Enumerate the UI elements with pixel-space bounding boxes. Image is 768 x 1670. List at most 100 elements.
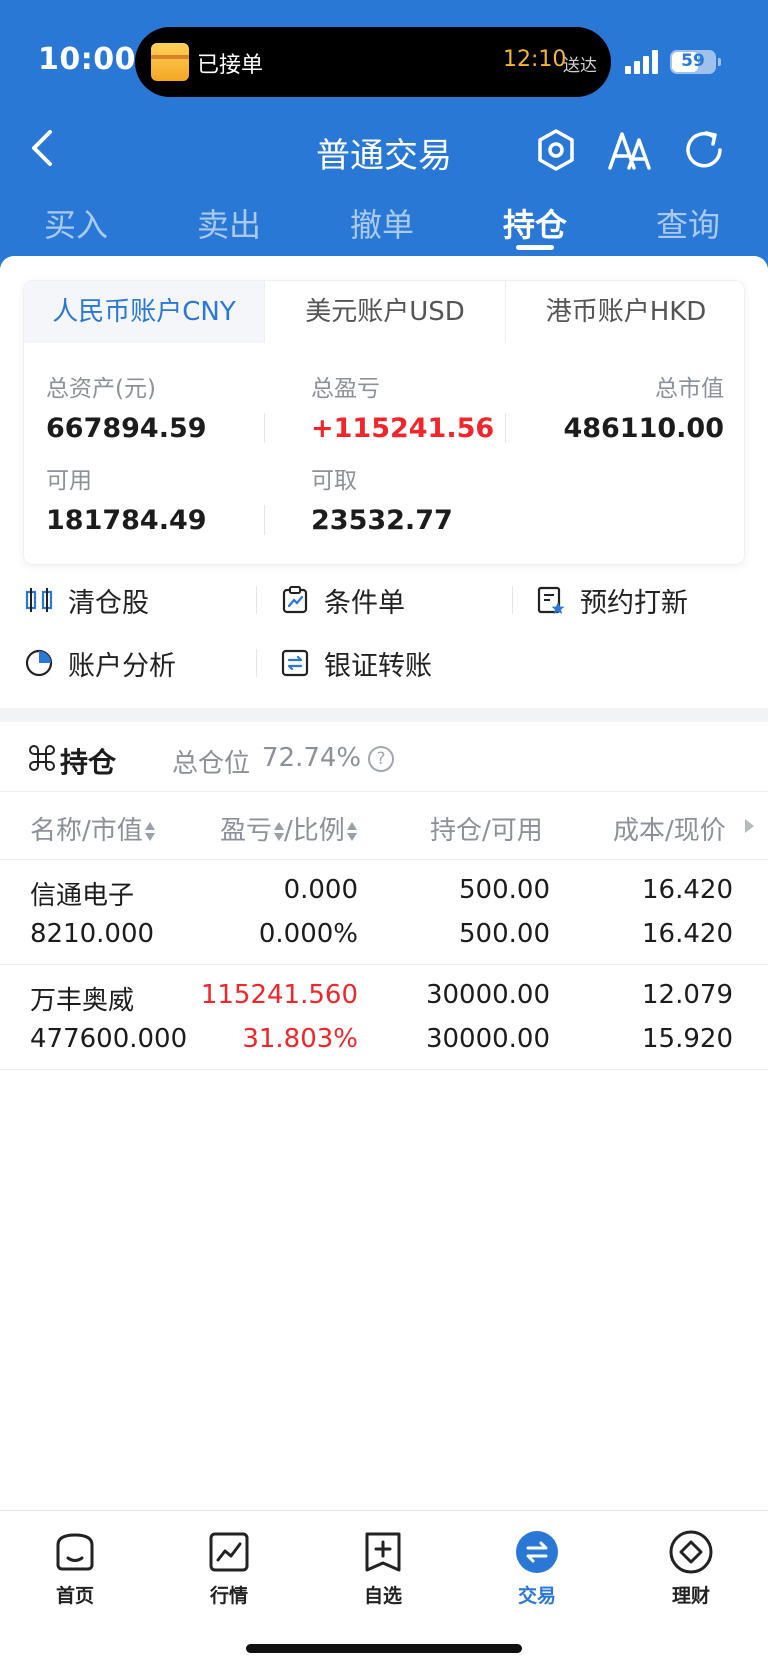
tab-query[interactable]: 查询 (628, 200, 748, 246)
battery-level: 59 (681, 51, 705, 71)
col-name-value-label: 名称/市值 (30, 816, 143, 846)
tab-cny-account[interactable]: 人民币账户CNY (24, 281, 264, 343)
divider (256, 586, 257, 614)
refresh-icon[interactable] (680, 126, 728, 174)
pie-chart-icon (25, 649, 53, 677)
delivery-box-icon (151, 43, 189, 81)
font-size-icon[interactable] (605, 126, 653, 174)
account-analysis-label: 账户分析 (68, 650, 176, 682)
clear-position-button[interactable]: 清仓股 (24, 575, 149, 625)
stock-price: 16.420 (642, 919, 733, 949)
home-icon (56, 1533, 94, 1571)
table-row[interactable]: 万丰奥威 477600.000 115241.560 31.803% 30000… (0, 966, 768, 1070)
market-chart-icon (209, 1532, 249, 1572)
divider (512, 586, 513, 614)
trade-exchange-icon (516, 1531, 558, 1573)
divider (264, 505, 265, 535)
stock-market-value: 8210.000 (30, 919, 155, 949)
stock-price: 15.920 (642, 1024, 733, 1054)
sort-icon (346, 821, 357, 843)
island-sub: 送达 (563, 56, 597, 76)
total-position-value: 72.74% (262, 743, 362, 773)
col-position-available: 持仓/可用 (430, 816, 543, 846)
stock-name: 万丰奥威 (30, 986, 135, 1016)
holdings-title: 持仓 (60, 746, 117, 779)
stock-position: 500.00 (459, 875, 550, 905)
bank-transfer-button[interactable]: 银证转账 (280, 638, 432, 688)
stock-pnl-ratio: 0.000% (258, 919, 358, 949)
total-assets-label: 总资产(元) (46, 376, 156, 402)
stock-market-value: 477600.000 (30, 1024, 188, 1054)
signal-icon (625, 50, 661, 74)
command-grid-icon (29, 745, 55, 771)
col-cost-price: 成本/现价 (613, 816, 726, 846)
total-position-label: 总仓位 (172, 749, 251, 779)
stock-name: 信通电子 (30, 881, 135, 911)
total-pnl-label: 总盈亏 (311, 376, 380, 402)
help-icon[interactable]: ? (368, 746, 394, 772)
hexagon-settings-icon[interactable] (532, 126, 580, 174)
section-gap (0, 708, 768, 722)
nav-wealth[interactable]: 理财 (636, 1529, 746, 1608)
nav-home-label: 首页 (55, 1585, 94, 1607)
bank-transfer-label: 银证转账 (324, 650, 432, 682)
divider (505, 413, 506, 443)
tab-hkd-account[interactable]: 港币账户HKD (505, 281, 744, 343)
tab-active-indicator (516, 245, 554, 250)
withdrawable-label: 可取 (311, 468, 357, 494)
nav-home[interactable]: 首页 (20, 1529, 130, 1608)
stock-position: 30000.00 (425, 980, 550, 1010)
nav-market-label: 行情 (209, 1585, 248, 1607)
tab-holdings[interactable]: 持仓 (475, 200, 595, 246)
quick-actions: 清仓股 条件单 预约打新 账户分析 银证转账 (0, 575, 768, 705)
tab-usd-account[interactable]: 美元账户USD (264, 281, 505, 343)
col-pnl-ratio[interactable]: 盈亏/比例 (220, 810, 357, 847)
market-value-label: 总市值 (655, 376, 724, 402)
holdings-column-header: 名称/市值 盈亏/比例 持仓/可用 成本/现价 (0, 792, 768, 860)
stock-available: 30000.00 (425, 1024, 550, 1054)
clear-position-icon (25, 588, 53, 612)
divider (256, 649, 257, 677)
col-name-value[interactable]: 名称/市值 (30, 810, 155, 847)
table-row[interactable]: 信通电子 8210.000 0.000 0.000% 500.00 500.00… (0, 861, 768, 965)
ipo-subscribe-label: 预约打新 (580, 587, 688, 619)
conditional-order-icon (282, 586, 308, 614)
col-ratio-label: /比例 (284, 816, 345, 846)
account-summary: 总资产(元) 667894.59 总盈亏 +115241.56 总市值 4861… (24, 343, 744, 564)
status-time: 10:00 (38, 42, 136, 77)
tab-sell[interactable]: 卖出 (169, 200, 289, 246)
col-pnl-label: 盈亏 (220, 816, 273, 846)
island-label: 已接单 (197, 53, 264, 78)
available-value: 181784.49 (46, 505, 207, 536)
total-pnl-value: +115241.56 (311, 413, 495, 444)
conditional-order-button[interactable]: 条件单 (280, 575, 405, 625)
scroll-right-icon[interactable] (745, 819, 754, 833)
nav-watchlist[interactable]: 自选 (328, 1529, 438, 1608)
tab-buy[interactable]: 买入 (16, 200, 136, 246)
conditional-order-label: 条件单 (324, 587, 405, 619)
transfer-icon (281, 649, 309, 677)
nav-trade[interactable]: 交易 (482, 1529, 592, 1608)
ipo-subscribe-icon (537, 586, 565, 614)
island-time: 12:10 (503, 47, 567, 72)
trade-tabs: 买入 卖出 撤单 持仓 查询 (0, 196, 768, 256)
stock-pnl-ratio: 31.803% (242, 1024, 358, 1054)
stock-pnl: 115241.560 (200, 980, 358, 1010)
app-header: 10:00 已接单 12:10 送达 59 普通交易 买入 卖出 撤单 持仓 查… (0, 0, 768, 268)
watchlist-add-icon (365, 1532, 401, 1572)
account-analysis-button[interactable]: 账户分析 (24, 638, 176, 688)
stock-available: 500.00 (459, 919, 550, 949)
clear-position-label: 清仓股 (68, 587, 149, 619)
holdings-header: 持仓 总仓位 72.74% ? (0, 722, 768, 792)
divider (264, 413, 265, 443)
chevron-left-icon[interactable] (22, 126, 66, 170)
withdrawable-value: 23532.77 (311, 505, 453, 536)
available-label: 可用 (46, 468, 92, 494)
dynamic-island[interactable]: 已接单 12:10 送达 (135, 27, 611, 97)
nav-market[interactable]: 行情 (174, 1529, 284, 1608)
nav-watchlist-label: 自选 (363, 1585, 402, 1607)
ipo-subscribe-button[interactable]: 预约打新 (536, 575, 688, 625)
tab-cancel[interactable]: 撤单 (322, 200, 442, 246)
account-card: 人民币账户CNY 美元账户USD 港币账户HKD 总资产(元) 667894.5… (23, 280, 745, 565)
sort-icon (144, 821, 155, 843)
